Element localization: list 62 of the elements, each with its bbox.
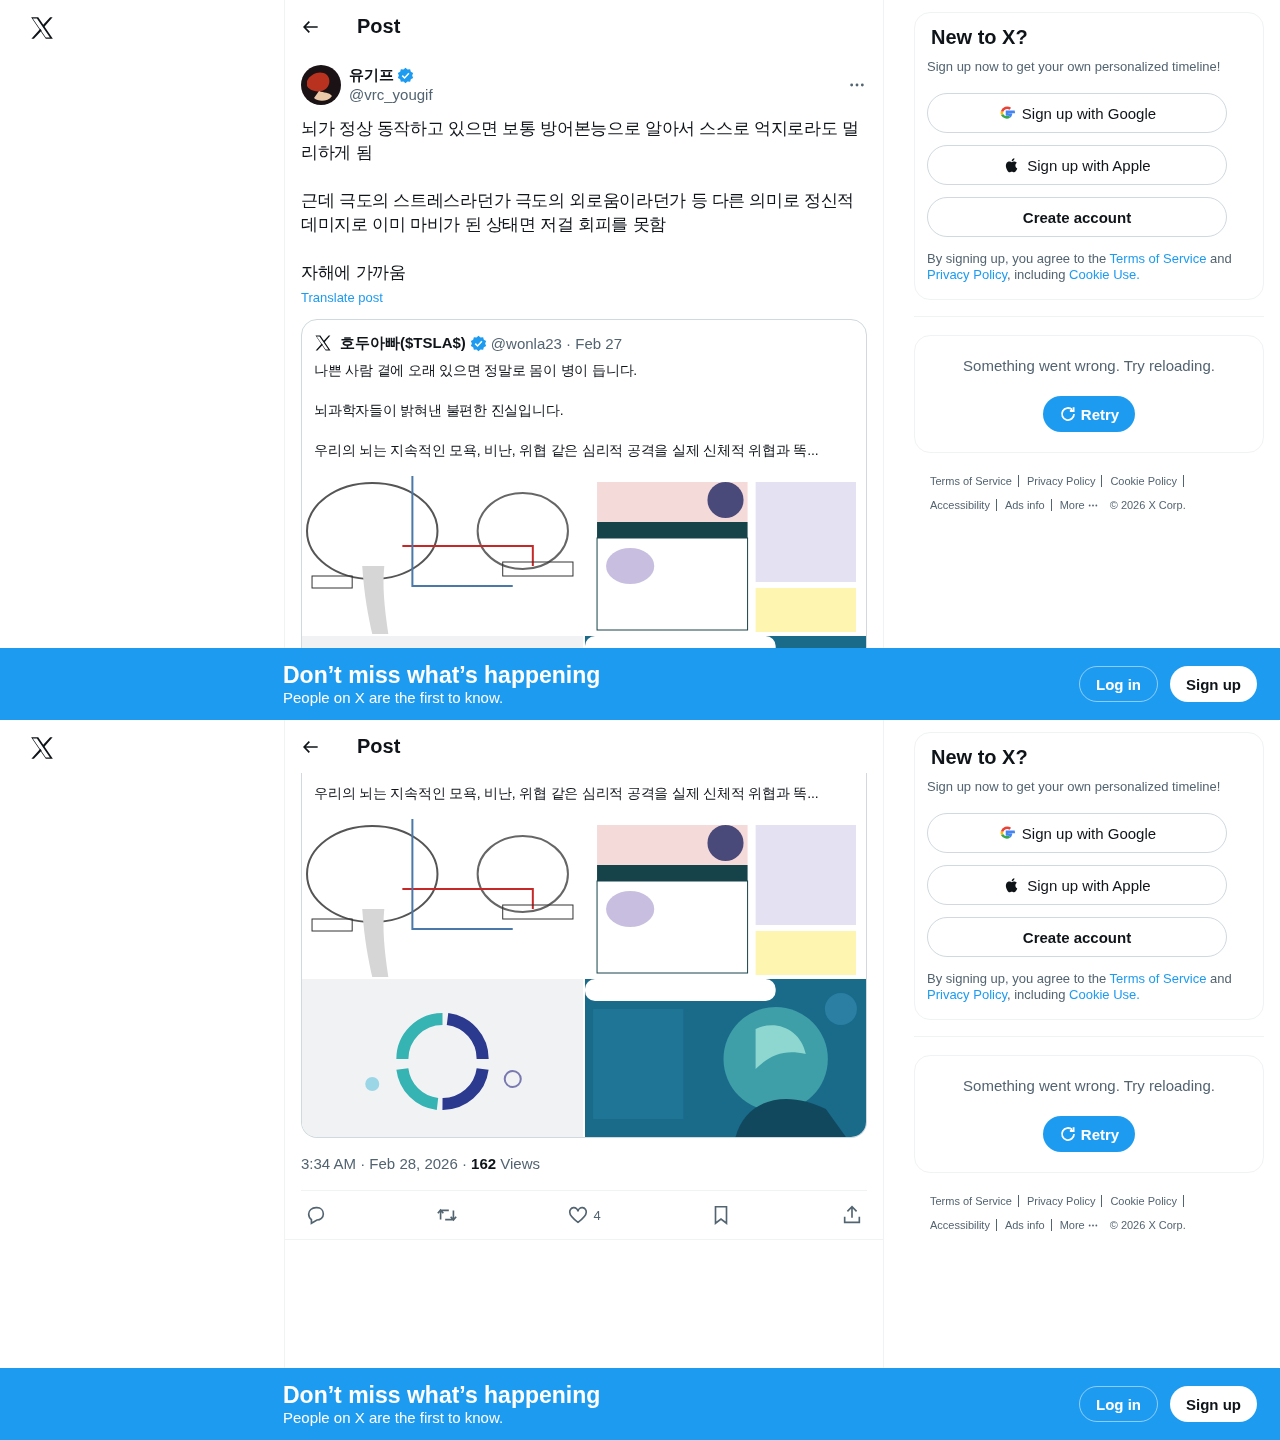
create-account-button[interactable]: Create account [927, 917, 1227, 957]
quoted-post-text: 나쁜 사람 곁에 오래 있으면 정말로 몸이 병이 듭니다. [314, 361, 638, 380]
quoted-post[interactable]: 우리의 뇌는 지속적인 모욕, 비난, 위협 같은 심리적 공격을 실제 신체적 위협과 똑... [301, 773, 867, 1138]
avatar[interactable] [301, 65, 341, 105]
footer-link[interactable]: Privacy Policy [1026, 1195, 1103, 1207]
quoted-post-text: 뇌과학자들이 밝혀낸 불편한 진실입니다. [314, 401, 565, 420]
signup-subtitle: Sign up now to get your own personalized timeline! [927, 779, 1222, 795]
quoted-author-meta: @wonla23 · Feb 27 [490, 334, 622, 352]
post-timestamp: 3:34 AM · Feb 28, 2026 · 162 Views [301, 1154, 867, 1191]
post-text: 뇌가 정상 동작하고 있으면 보통 방어본능으로 알아서 스스로 억지로라도 멀리하게 됨 [301, 118, 860, 164]
refresh-icon [1058, 405, 1077, 423]
error-message: Something went wrong. Try reloading. [963, 1076, 1215, 1096]
legal-notice: By signing up, you agree to the Terms of Service and Privacy Policy, including Cookie Use. [927, 251, 1233, 283]
error-message: Something went wrong. Try reloading. [963, 356, 1215, 376]
legal-notice: By signing up, you agree to the Terms of Service and Privacy Policy, including Cookie Use. [927, 971, 1233, 1003]
copyright: © 2026 X Corp. [1109, 498, 1186, 513]
google-signup-button[interactable]: Sign up with Google [927, 93, 1227, 133]
quoted-post-text: 우리의 뇌는 지속적인 모욕, 비난, 위협 같은 심리적 공격을 실제 신체적 위협과 똑... [314, 441, 820, 460]
more-link[interactable]: More [1059, 493, 1098, 517]
signup-button[interactable]: Sign up [1170, 1386, 1257, 1422]
x-logo-icon [314, 334, 332, 352]
share-icon[interactable] [841, 1204, 863, 1226]
signup-title: New to X? [931, 25, 1029, 49]
post-text: 근데 극도의 스트레스라던가 극도의 외로움이라던가 등 다른 의미로 정신적 데미지로 이미 마비가 된 상태면 저걸 회피를 못함 [301, 190, 856, 236]
x-logo-icon[interactable] [29, 15, 55, 41]
refresh-icon [1058, 1125, 1077, 1143]
footer-link[interactable]: Cookie Policy [1110, 1195, 1185, 1207]
footer-link[interactable]: Privacy Policy [1026, 475, 1103, 487]
banner-title: Don’t miss what’s happening [283, 1381, 601, 1409]
more-link[interactable]: More [1059, 1213, 1098, 1237]
banner-subtitle: People on X are the first to know. [283, 689, 505, 707]
author-name[interactable]: 유기프 [349, 65, 394, 85]
copyright: © 2026 X Corp. [1109, 1218, 1186, 1233]
footer-link[interactable]: Accessibility [930, 499, 997, 511]
page-title: Post [357, 735, 401, 758]
banner-title: Don’t miss what’s happening [283, 661, 601, 689]
footer-link[interactable]: Ads info [1004, 1219, 1052, 1231]
author-handle[interactable]: @vrc_yougif [349, 85, 849, 105]
create-account-button[interactable]: Create account [927, 197, 1227, 237]
google-signup-button[interactable]: Sign up with Google [927, 813, 1227, 853]
banner-subtitle: People on X are the first to know. [283, 1409, 505, 1427]
signup-title: New to X? [931, 745, 1029, 769]
apple-signup-button[interactable]: Sign up with Apple [927, 145, 1227, 185]
footer-link[interactable]: Accessibility [930, 1219, 997, 1231]
page-title: Post [357, 15, 401, 38]
more-icon[interactable] [849, 83, 865, 87]
more-icon [1087, 503, 1098, 507]
post-text: 자해에 가까움 [301, 262, 407, 284]
reply-icon[interactable] [305, 1204, 327, 1226]
heart-icon[interactable] [567, 1204, 590, 1226]
footer-link[interactable]: Terms of Service [930, 1195, 1019, 1207]
quoted-author-name: 호두아빠($TSLA$) [340, 333, 466, 353]
footer-link[interactable]: Cookie Policy [1110, 475, 1185, 487]
signup-subtitle: Sign up now to get your own personalized timeline! [927, 59, 1222, 75]
more-icon [1087, 1223, 1098, 1227]
footer-link[interactable]: Ads info [1004, 499, 1052, 511]
x-logo-icon[interactable] [29, 735, 55, 761]
quoted-post-text: 우리의 뇌는 지속적인 모욕, 비난, 위협 같은 심리적 공격을 실제 신체적 위협과 똑... [314, 784, 820, 803]
apple-signup-button[interactable]: Sign up with Apple [927, 865, 1227, 905]
signup-button[interactable]: Sign up [1170, 666, 1257, 702]
footer-link[interactable]: Terms of Service [930, 475, 1019, 487]
like-count: 4 [593, 1207, 601, 1223]
